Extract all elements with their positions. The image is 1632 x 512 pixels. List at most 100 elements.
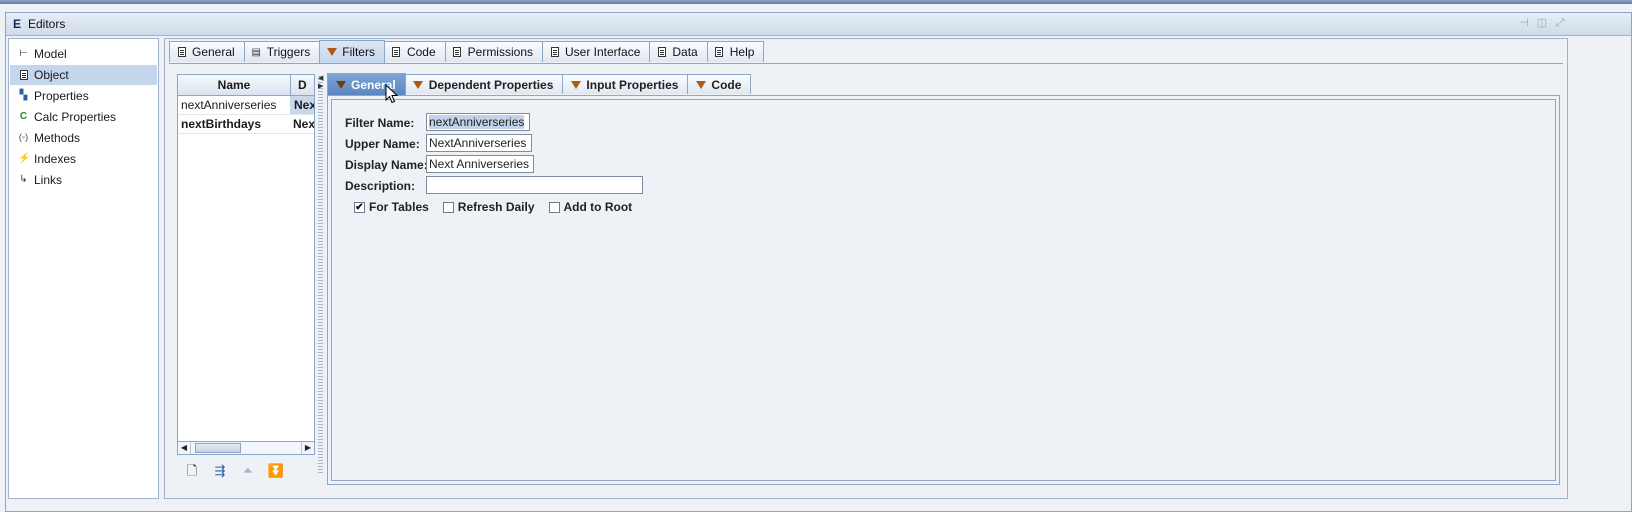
doc-icon [714,46,725,58]
doc-icon [452,46,463,58]
checkbox-box[interactable] [548,201,560,213]
pin-icon[interactable]: ⊣ [1518,17,1530,29]
mouse-cursor-icon [385,84,399,104]
tree-item-label: Calc Properties [34,110,117,124]
methods-icon: (◦) [18,132,29,142]
move-down-icon[interactable]: ⏬ [267,462,285,480]
tab-permissions[interactable]: Permissions [444,41,543,62]
object-icon [18,69,29,80]
options-row: ✔ For Tables Refresh Daily Add to Root [354,199,632,215]
tab-user-interface[interactable]: User Interface [542,41,651,62]
tab-label: Help [729,45,755,59]
list-toolbar: 🗋 ⇶ ⏶ ⏬ [183,462,285,480]
checkbox-box[interactable]: ✔ [354,201,365,213]
for-tables-checkbox[interactable]: ✔ For Tables [354,199,429,215]
checkbox-box[interactable] [442,201,454,213]
indexes-icon: ⚡ [18,153,31,164]
tree-item-label: Links [34,173,63,187]
filter-display-cell: Nex [293,117,315,131]
tab-data[interactable]: Data [649,41,708,62]
collapse-arrow-icon[interactable]: ◀ ▶ [318,75,323,91]
calc-properties-icon: C [19,111,28,122]
editor-tree: ⊢ Model Object ▚ Properties C Calc Prope… [8,38,159,499]
filter-general-panel: Filter Name: nextAnniverseries Upper Nam… [327,95,1560,485]
tree-item-methods[interactable]: (◦) Methods [10,128,157,148]
filter-name-cell: nextAnniverseries [181,98,277,112]
tree-item-object[interactable]: Object [10,65,157,85]
move-up-icon[interactable]: ⏶ [239,462,257,480]
filter-editor: General Dependent Properties Input Prope… [327,72,1561,488]
scroll-left-icon[interactable]: ◀ [178,442,191,454]
table-row[interactable]: nextAnniverseries Nex [178,96,314,115]
tab-label: Permissions [467,45,533,59]
tab-dependent-properties[interactable]: Dependent Properties [404,74,564,94]
tree-item-label: Object [34,68,69,82]
links-icon: ↳ [19,174,28,185]
add-to-root-checkbox[interactable]: Add to Root [548,199,633,215]
maximize-icon[interactable]: ⤢ [1554,17,1566,29]
refresh-daily-label: Refresh Daily [457,200,535,214]
tab-label: Code [711,77,742,92]
tab-input-properties[interactable]: Input Properties [562,74,689,94]
tree-item-indexes[interactable]: ⚡ Indexes [10,149,157,169]
horizontal-scrollbar[interactable]: ◀ ▶ [177,441,315,455]
tab-label: Data [672,45,698,59]
filter-name-value: nextAnniverseries [429,115,525,129]
object-tabs: General ▤ Triggers Filters Code Permissi… [169,40,765,63]
scroll-right-icon[interactable]: ▶ [301,442,314,454]
tree-item-calc-properties[interactable]: C Calc Properties [10,107,157,127]
upper-name-value: NextAnniverseries [429,136,527,150]
display-name-value: Next Anniverseries [429,157,530,171]
filter-icon [326,46,337,58]
add-to-root-label: Add to Root [563,200,633,214]
column-header-name[interactable]: Name [178,75,291,95]
tab-help[interactable]: Help [706,41,765,62]
restore-icon[interactable]: ◫ [1536,17,1548,29]
tab-label: Code [406,45,436,59]
doc-icon [176,46,187,58]
tab-divider [169,63,1563,64]
filter-name-input[interactable]: nextAnniverseries [426,113,530,131]
tab-label: General [192,45,235,59]
description-input[interactable] [426,176,643,194]
tab-filters[interactable]: Filters [319,40,385,63]
description-label: Description: [345,179,416,193]
filter-name-cell: nextBirthdays [181,117,262,131]
tab-general[interactable]: General [169,41,245,62]
tab-filter-code[interactable]: Code [687,74,752,94]
column-header-display[interactable]: D [298,75,307,95]
filter-icon [335,79,346,91]
tab-label: Filters [342,45,375,59]
tree-item-properties[interactable]: ▚ Properties [10,86,157,106]
tab-code[interactable]: Code [383,41,446,62]
title-bar: E Editors ⊣ ◫ ⤢ [6,13,1631,36]
tree-item-label: Properties [34,89,89,103]
tab-label: Triggers [266,45,311,59]
display-name-input[interactable]: Next Anniverseries [426,155,534,173]
editors-window: E Editors ⊣ ◫ ⤢ ⊢ Model Object ▚ Propert… [5,12,1632,512]
filter-name-label: Filter Name: [345,116,415,130]
new-filter-icon[interactable]: 🗋 [183,462,201,480]
model-icon: ⊢ [19,48,28,59]
tree-item-model[interactable]: ⊢ Model [10,44,157,64]
top-accent-bar [0,0,1632,4]
table-row[interactable]: nextBirthdays Nex [178,115,315,134]
upper-name-input[interactable]: NextAnniverseries [426,134,532,152]
scroll-thumb[interactable] [195,443,241,453]
tree-item-label: Methods [34,131,81,145]
tab-label: Dependent Properties [428,77,554,92]
editors-app-icon: E [13,17,22,31]
refresh-daily-checkbox[interactable]: Refresh Daily [442,199,535,215]
split-pane-divider[interactable] [318,74,323,473]
tab-label: Input Properties [586,77,679,92]
form-area: Filter Name: nextAnniverseries Upper Nam… [331,99,1556,481]
filter-icon [695,79,706,91]
add-filter-icon[interactable]: ⇶ [211,462,229,480]
upper-name-label: Upper Name: [345,137,420,151]
tree-item-links[interactable]: ↳ Links [10,170,157,190]
doc-icon [391,46,402,58]
tab-triggers[interactable]: ▤ Triggers [243,41,321,62]
object-editor-panel: General ▤ Triggers Filters Code Permissi… [164,38,1568,499]
tree-item-label: Model [34,47,67,61]
triggers-icon: ▤ [251,46,261,58]
